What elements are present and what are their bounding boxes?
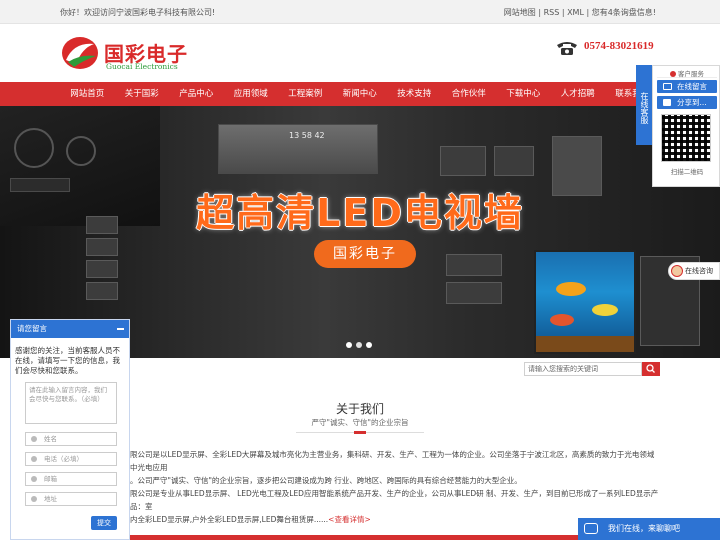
- service-panel-body: 客户服务 在线留言 分享到... 扫描二维码: [652, 65, 720, 187]
- about-paragraph-3: 限公司是专业从事LED显示屏、 LED光电工程及LED应用智能系统产品开发、生产…: [130, 489, 659, 511]
- nav-item-3[interactable]: 产品中心: [169, 82, 224, 106]
- banner-brand-pill: 国彩电子: [314, 240, 416, 268]
- screen-time: 13 58 42: [289, 131, 325, 140]
- leave-message-box: 请您留言 感谢您的关注，当前客服人员不在线，请填写一下您的信息，我们会尽快和您联…: [10, 319, 130, 540]
- header: 国彩电子 Guocai Electronics 0574-83021619: [0, 24, 720, 82]
- search-box: 请输入您搜索的关键词: [524, 362, 660, 376]
- nav-item-10[interactable]: 人才招聘: [551, 82, 606, 106]
- nav-item-5[interactable]: 工程案例: [278, 82, 333, 106]
- about-body: 限公司是以LED显示屏、全彩LED大屏幕及城市亮化为主营业务，集科研、开发、生产…: [130, 448, 660, 526]
- online-consult-button[interactable]: 在线咨询: [668, 262, 720, 280]
- nav-item-1[interactable]: 网站首页: [60, 82, 115, 106]
- message-icon: [663, 83, 672, 90]
- address-field[interactable]: 地址: [25, 492, 117, 506]
- phone-icon: [31, 456, 37, 462]
- minimize-icon[interactable]: [117, 328, 124, 330]
- top-links[interactable]: 网站地图 | RSS | XML | 您有4条询盘信息!: [504, 7, 656, 18]
- carousel-dots: [346, 342, 372, 350]
- nav-item-2[interactable]: 关于国彩: [115, 82, 170, 106]
- share-button[interactable]: 分享到...: [657, 96, 717, 109]
- search-input[interactable]: 请输入您搜索的关键词: [524, 362, 642, 376]
- consultant-avatar-icon: [671, 265, 683, 277]
- chat-icon: [584, 523, 598, 534]
- welcome-text: 你好！欢迎访问宁波国彩电子科技有限公司!: [60, 8, 216, 17]
- message-content-textarea[interactable]: 请在此输入留言内容，我们会尽快与您联系。（必填）: [25, 382, 117, 424]
- about-paragraph-2: 。公司严守"诚实、守信"的企业宗旨，逐步把公司建设成为跨 行业、跨地区、跨国际的…: [130, 476, 522, 485]
- banner-headline: 超高清LED电视墙: [196, 191, 524, 235]
- online-service-panel: 在线客服 客户服务 在线留言 分享到... 扫描二维码: [636, 65, 720, 187]
- main-nav: 网站首页 关于国彩 产品中心 应用领域 工程案例 新闻中心 技术支持 合作伙伴 下载中心 人才招聘…: [0, 82, 720, 106]
- user-icon: [31, 436, 37, 442]
- carousel-dot-2[interactable]: [356, 342, 362, 348]
- about-divider-accent: [354, 431, 366, 434]
- live-chat-bar[interactable]: 我们在线，来聊聊吧: [578, 518, 720, 540]
- nav-item-7[interactable]: 技术支持: [387, 82, 442, 106]
- footer-strip: [130, 535, 578, 540]
- qr-code-label: 扫描二维码: [670, 168, 704, 176]
- service-avatar-icon: [670, 71, 676, 77]
- monitor-wall-image: 13 58 42: [218, 124, 378, 174]
- nav-item-6[interactable]: 新闻中心: [333, 82, 388, 106]
- message-box-intro: 感谢您的关注，当前客服人员不在线，请填写一下您的信息，我们会尽快和您联系。: [15, 346, 120, 375]
- qr-code-image: [661, 114, 711, 162]
- aquarium-display-image: [534, 250, 636, 354]
- carousel-dot-1[interactable]: [346, 342, 352, 348]
- logo-mark-icon: [62, 37, 98, 69]
- search-button[interactable]: [642, 362, 660, 376]
- about-more-link[interactable]: <查看详情>: [328, 515, 371, 524]
- leave-message-button[interactable]: 在线留言: [657, 80, 717, 93]
- phone-number: 0574-83021619: [584, 40, 654, 52]
- online-service-tab[interactable]: 在线客服: [636, 65, 652, 145]
- carousel-dot-3[interactable]: [366, 342, 372, 348]
- search-icon: [646, 364, 655, 373]
- share-icon: [663, 99, 671, 106]
- nav-item-8[interactable]: 合作伙伴: [442, 82, 497, 106]
- telephone-icon: [557, 42, 577, 55]
- nav-item-9[interactable]: 下载中心: [496, 82, 551, 106]
- phone-field[interactable]: 电话（必填）: [25, 452, 117, 466]
- logo[interactable]: 国彩电子 Guocai Electronics: [60, 32, 190, 74]
- name-field[interactable]: 姓名: [25, 432, 117, 446]
- location-icon: [31, 496, 37, 502]
- message-box-header: 请您留言: [11, 320, 129, 338]
- submit-button[interactable]: 提交: [91, 516, 117, 530]
- logo-english-name: Guocai Electronics: [106, 62, 178, 71]
- nav-item-4[interactable]: 应用领域: [224, 82, 279, 106]
- service-title: 客户服务: [657, 68, 717, 78]
- about-paragraph-1: 限公司是以LED显示屏、全彩LED大屏幕及城市亮化为主营业务，集科研、开发、生产…: [130, 450, 655, 472]
- top-bar: 你好！欢迎访问宁波国彩电子科技有限公司! 网站地图 | RSS | XML | …: [0, 0, 720, 24]
- email-icon: [31, 476, 37, 482]
- email-field[interactable]: 邮箱: [25, 472, 117, 486]
